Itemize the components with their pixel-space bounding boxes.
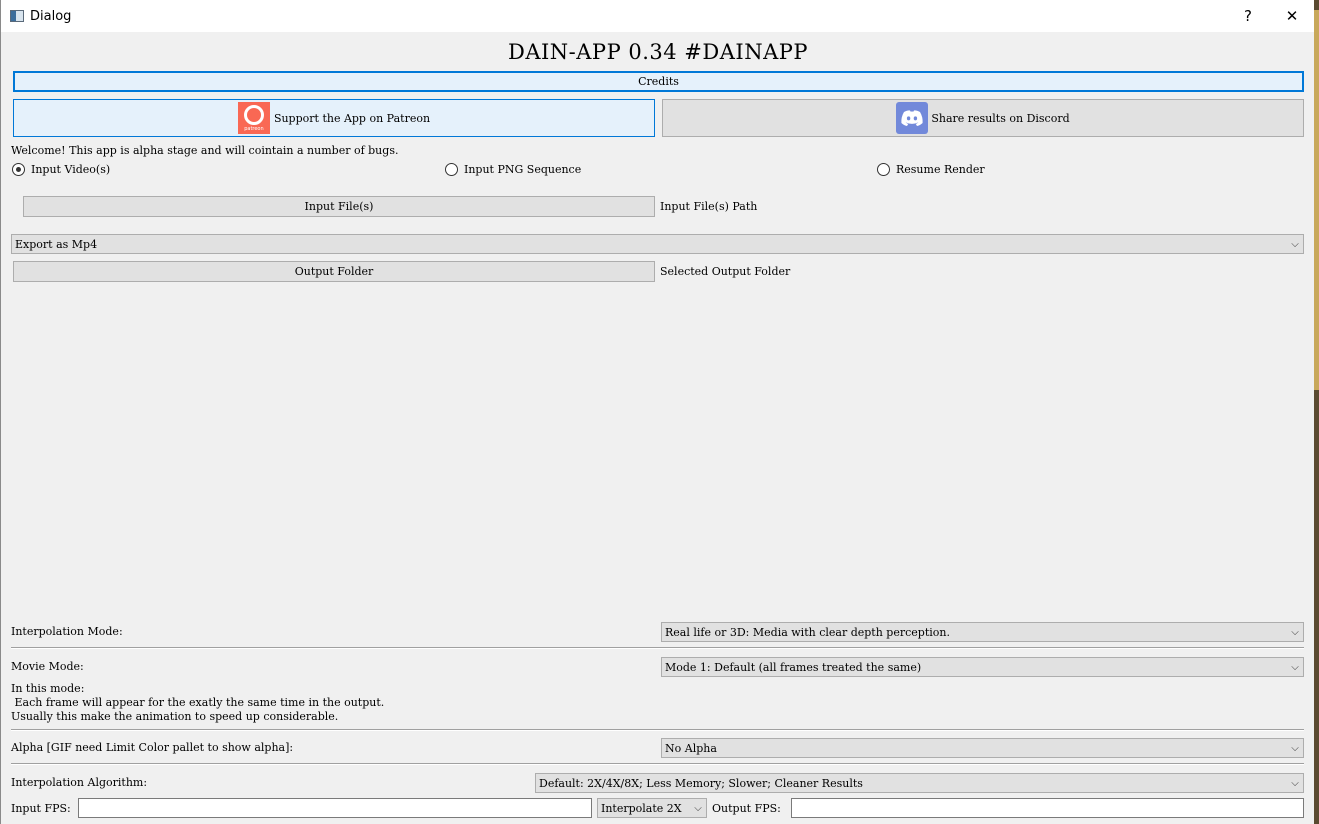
alpha-label: Alpha [GIF need Limit Color pallet to sh… — [11, 741, 294, 754]
window-icon — [10, 10, 24, 22]
output-folder-button[interactable]: Output Folder — [13, 261, 655, 282]
movie-mode-description-3: Usually this make the animation to speed… — [11, 710, 339, 723]
radio-input-videos[interactable]: Input Video(s) — [12, 163, 110, 176]
chevron-down-icon: ⌵ — [1291, 777, 1299, 789]
input-files-path: Input File(s) Path — [660, 200, 758, 213]
radio-resume-render-label: Resume Render — [896, 163, 985, 176]
patreon-logo-text: patreon — [244, 126, 264, 132]
divider — [11, 729, 1304, 731]
radio-circle — [877, 163, 890, 176]
welcome-text: Welcome! This app is alpha stage and wil… — [11, 144, 399, 157]
close-button[interactable]: ✕ — [1270, 7, 1314, 25]
input-fps-field[interactable] — [78, 798, 592, 818]
alpha-value: No Alpha — [665, 741, 717, 755]
background-window-scroll-thumb — [1314, 10, 1319, 390]
window-title: Dialog — [30, 8, 72, 24]
patreon-button-label: Support the App on Patreon — [273, 111, 431, 125]
export-format-value: Export as Mp4 — [15, 237, 98, 251]
chevron-down-icon: ⌵ — [1291, 742, 1299, 754]
input-fps-label: Input FPS: — [11, 802, 71, 815]
interpolation-mode-value: Real life or 3D: Media with clear depth … — [665, 625, 950, 639]
radio-input-png-label: Input PNG Sequence — [464, 163, 582, 176]
algorithm-value: Default: 2X/4X/8X; Less Memory; Slower; … — [539, 776, 863, 790]
algorithm-label: Interpolation Algorithm: — [11, 776, 148, 789]
movie-mode-label: Movie Mode: — [11, 660, 84, 673]
discord-button-label: Share results on Discord — [931, 111, 1070, 125]
chevron-down-icon: ⌵ — [1291, 661, 1299, 673]
interpolate-factor-select[interactable]: Interpolate 2X ⌵ — [597, 798, 707, 818]
divider — [11, 763, 1304, 765]
dialog-window: Dialog ? ✕ DAIN-APP 0.34 #DAINAPP Credit… — [0, 0, 1314, 824]
interpolate-factor-value: Interpolate 2X — [601, 801, 682, 815]
patreon-logo-icon: patreon — [237, 102, 270, 134]
interpolation-mode-label: Interpolation Mode: — [11, 625, 123, 638]
chevron-down-icon: ⌵ — [694, 802, 702, 814]
output-fps-field[interactable] — [791, 798, 1304, 818]
radio-input-videos-label: Input Video(s) — [31, 163, 111, 176]
chevron-down-icon: ⌵ — [1291, 238, 1299, 250]
radio-input-png-sequence[interactable]: Input PNG Sequence — [445, 163, 581, 176]
title-bar[interactable]: Dialog ? ✕ — [1, 0, 1314, 32]
movie-mode-select[interactable]: Mode 1: Default (all frames treated the … — [661, 657, 1304, 677]
output-folder-path: Selected Output Folder — [660, 265, 791, 278]
discord-logo-icon — [896, 102, 929, 134]
input-files-button-label: Input File(s) — [304, 200, 374, 213]
discord-button[interactable]: Share results on Discord — [662, 99, 1304, 137]
help-button[interactable]: ? — [1226, 7, 1270, 25]
algorithm-select[interactable]: Default: 2X/4X/8X; Less Memory; Slower; … — [535, 773, 1304, 793]
radio-circle — [445, 163, 458, 176]
radio-resume-render[interactable]: Resume Render — [877, 163, 985, 176]
export-format-select[interactable]: Export as Mp4 ⌵ — [11, 234, 1304, 254]
output-folder-button-label: Output Folder — [294, 265, 374, 278]
divider — [11, 647, 1304, 649]
credits-button[interactable]: Credits — [13, 71, 1304, 92]
radio-circle-selected — [12, 163, 25, 176]
patreon-button[interactable]: patreon Support the App on Patreon — [13, 99, 655, 137]
credits-button-label: Credits — [638, 75, 679, 88]
movie-mode-description-2: Each frame will appear for the exatly th… — [11, 696, 385, 709]
movie-mode-description-1: In this mode: — [11, 682, 85, 695]
alpha-select[interactable]: No Alpha ⌵ — [661, 738, 1304, 758]
app-heading: DAIN-APP 0.34 #DAINAPP — [508, 40, 808, 64]
output-fps-label: Output FPS: — [712, 802, 781, 815]
input-files-button[interactable]: Input File(s) — [23, 196, 655, 217]
movie-mode-value: Mode 1: Default (all frames treated the … — [665, 660, 922, 674]
interpolation-mode-select[interactable]: Real life or 3D: Media with clear depth … — [661, 622, 1304, 642]
chevron-down-icon: ⌵ — [1291, 626, 1299, 638]
